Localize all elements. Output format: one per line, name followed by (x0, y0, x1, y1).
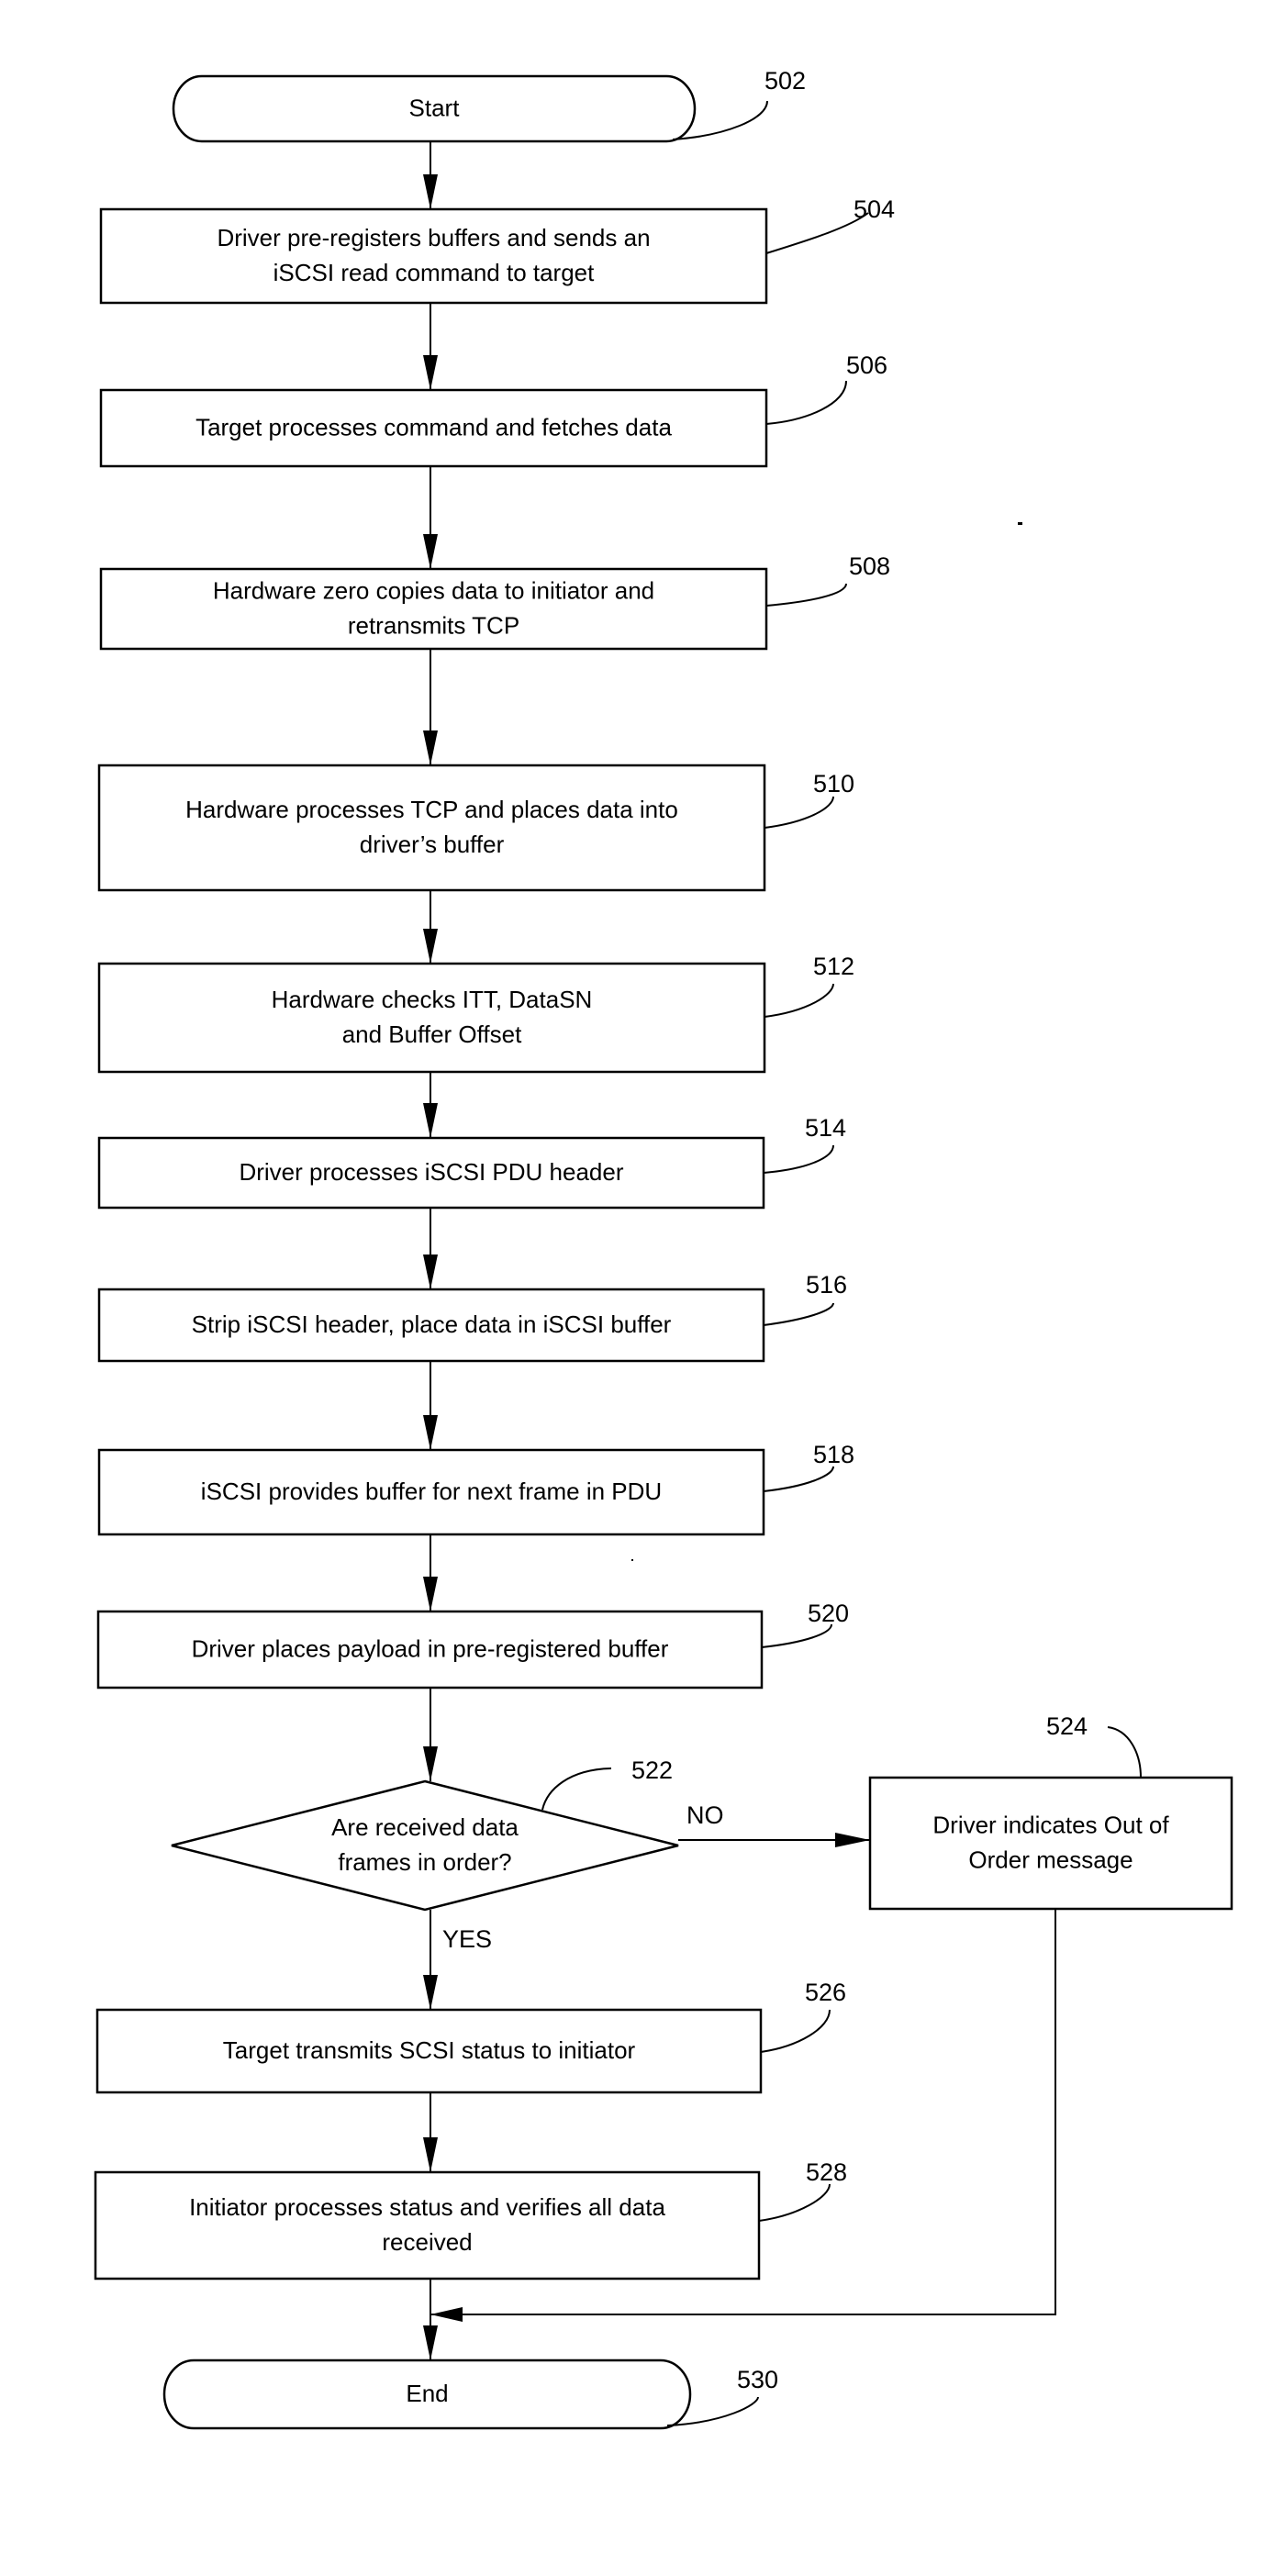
decision-diamond (171, 1779, 679, 1912)
node-text: frames in order? (338, 1848, 511, 1876)
node-text: End (406, 2380, 448, 2407)
reference-numeral: 522 (631, 1756, 673, 1784)
process-box (94, 2170, 761, 2280)
reference-numeral: 506 (846, 351, 887, 379)
node-530: End (162, 2359, 692, 2430)
node-506: Target processes command and fetches dat… (99, 388, 768, 468)
arrowhead (423, 929, 438, 964)
node-528: Initiator processes status and verifies … (94, 2170, 761, 2280)
node-text: iSCSI provides buffer for next frame in … (201, 1478, 662, 1505)
branch-label-yes: YES (442, 1925, 492, 1953)
node-text: Start (409, 94, 461, 121)
arrowhead (423, 1577, 438, 1611)
reference-numeral: 524 (1046, 1712, 1088, 1740)
node-504: Driver pre-registers buffers and sends a… (99, 207, 768, 305)
node-text: received (382, 2228, 472, 2256)
node-526: Target transmits SCSI status to initiato… (95, 2008, 763, 2094)
leader-line (763, 1144, 834, 1174)
reference-numeral: 514 (805, 1114, 846, 1142)
node-text: Driver places payload in pre-registered … (192, 1634, 669, 1662)
node-text: Hardware zero copies data to initiator a… (213, 576, 654, 604)
reference-numeral: 520 (808, 1600, 849, 1627)
node-text: Driver indicates Out of (932, 1811, 1169, 1838)
leader-line (763, 1302, 834, 1326)
node-520: Driver places payload in pre-registered … (96, 1610, 764, 1689)
scan-speck (1018, 522, 1022, 525)
node-502: Start (172, 74, 697, 143)
reference-numeral: 530 (737, 2366, 778, 2393)
node-522: Are received data frames in order? (171, 1779, 679, 1912)
node-514: Driver processes iSCSI PDU header (97, 1136, 765, 1210)
node-text: retransmits TCP (348, 611, 519, 639)
leader-line (763, 1466, 834, 1492)
node-text: Hardware processes TCP and places data i… (185, 796, 678, 823)
node-text: Target processes command and fetches dat… (195, 413, 672, 440)
node-text: Order message (968, 1846, 1133, 1873)
node-524: Driver indicates Out of Order message (868, 1776, 1233, 1911)
flowchart: Start Driver pre-registers buffers and se… (94, 67, 1233, 2430)
arrowhead (423, 730, 438, 765)
node-518: iSCSI provides buffer for next frame in … (97, 1448, 765, 1536)
node-text: Strip iSCSI header, place data in iSCSI … (192, 1310, 672, 1338)
reference-numeral: 518 (813, 1441, 854, 1468)
node-text: Initiator processes status and verifies … (189, 2193, 665, 2221)
leader-line (765, 380, 847, 425)
reference-numeral: 516 (806, 1271, 847, 1299)
scan-speck (631, 1559, 633, 1561)
reference-numeral: 512 (813, 953, 854, 980)
leader-line (764, 983, 834, 1018)
node-text: iSCSI read command to target (273, 259, 595, 286)
node-text: and Buffer Offset (342, 1020, 522, 1048)
arrowhead (430, 2307, 463, 2322)
node-text: Target transmits SCSI status to initiato… (223, 2036, 636, 2064)
arrowhead (835, 1833, 870, 1847)
node-508: Hardware zero copies data to initiator a… (99, 567, 768, 651)
reference-numeral: 510 (813, 770, 854, 797)
process-box (97, 764, 766, 892)
arrowhead (423, 1103, 438, 1138)
leader-line (765, 583, 847, 607)
process-box (97, 962, 766, 1074)
arrowhead (423, 355, 438, 390)
arrowhead (423, 174, 438, 209)
arrowhead (423, 2137, 438, 2172)
nodes: Start Driver pre-registers buffers and se… (94, 74, 1233, 2430)
node-text: Driver processes iSCSI PDU header (239, 1158, 623, 1186)
arrowhead (423, 1746, 438, 1781)
leader-line (541, 1768, 612, 1811)
node-516: Strip iSCSI header, place data in iSCSI … (97, 1288, 765, 1363)
leader-line (761, 1623, 832, 1648)
leader-line (764, 796, 834, 829)
leader-line (760, 2009, 831, 2053)
node-510: Hardware processes TCP and places data i… (97, 764, 766, 892)
reference-numeral: 528 (806, 2158, 847, 2186)
process-box (868, 1776, 1233, 1911)
reference-numeral: 508 (849, 552, 890, 580)
node-text: driver’s buffer (360, 831, 505, 858)
branch-label-no: NO (686, 1801, 724, 1829)
arrowhead (423, 2325, 438, 2360)
node-text: Are received data (331, 1813, 519, 1841)
arrowhead (423, 1255, 438, 1289)
reference-numeral: 502 (764, 67, 806, 95)
arrowhead (423, 1415, 438, 1450)
reference-numeral: 526 (805, 1979, 846, 2006)
node-text: Hardware checks ITT, DataSN (272, 986, 593, 1013)
node-512: Hardware checks ITT, DataSN and Buffer Of… (97, 962, 766, 1074)
leader-line (1107, 1726, 1142, 1779)
node-text: Driver pre-registers buffers and sends a… (217, 224, 650, 251)
arrowhead (423, 534, 438, 569)
leader-line (758, 2183, 831, 2222)
arrowhead (423, 1975, 438, 2010)
